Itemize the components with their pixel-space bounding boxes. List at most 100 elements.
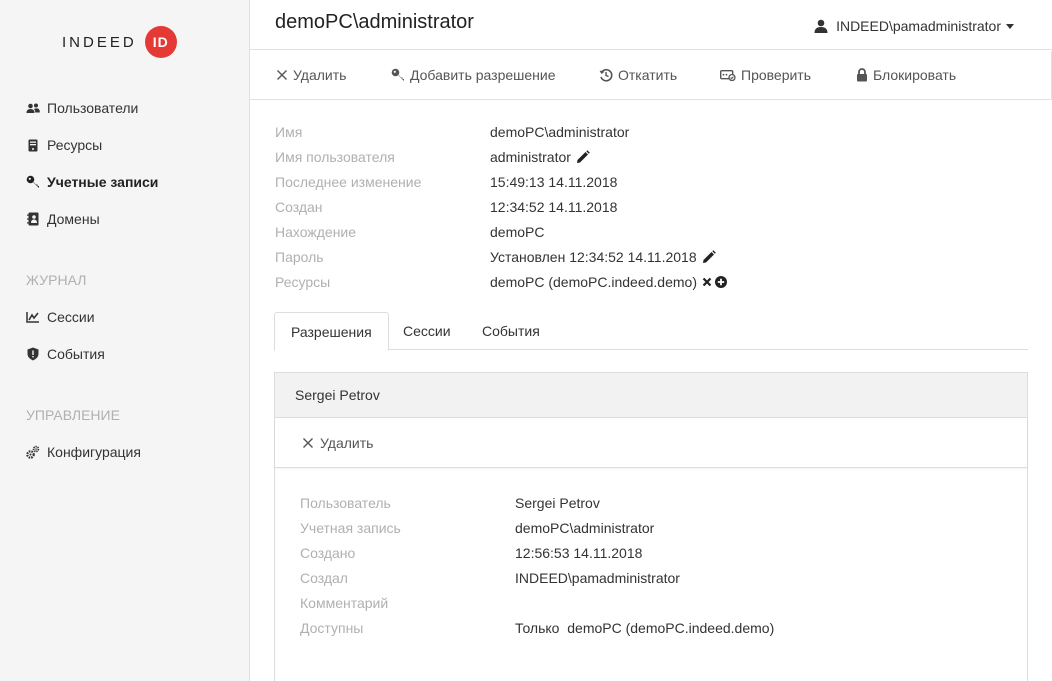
prop-value-text: Установлен 12:34:52 14.11.2018 <box>490 249 697 265</box>
block-button[interactable]: Блокировать <box>856 67 956 83</box>
sessions-icon <box>26 310 40 324</box>
sidebar-item-domains[interactable]: Домены <box>26 211 100 227</box>
remove-resource-icon[interactable] <box>702 277 712 287</box>
prop-label: Имя <box>275 124 303 140</box>
history-icon <box>599 68 613 82</box>
permission-toolbar: Удалить <box>275 418 1027 468</box>
add-permission-button[interactable]: Добавить разрешение <box>391 67 556 83</box>
detail-row-available: Доступны Только demoPC (demoPC.indeed.de… <box>300 620 1000 645</box>
prop-row-password: Пароль Установлен 12:34:52 14.11.2018 <box>275 249 975 274</box>
prop-value: demoPC (demoPC.indeed.demo) <box>490 274 727 290</box>
password-check-icon <box>720 69 736 81</box>
delete-label: Удалить <box>293 67 347 83</box>
tab-sessions[interactable]: Сессии <box>387 312 467 350</box>
prop-value-text: 15:49:13 14.11.2018 <box>490 174 618 190</box>
close-icon <box>302 437 314 449</box>
detail-value: demoPC\administrator <box>515 520 655 536</box>
logo-badge: ID <box>144 26 177 58</box>
sidebar-item-resources[interactable]: Ресурсы <box>26 137 102 153</box>
prop-value-text: demoPC <box>490 224 545 240</box>
prop-label: Пароль <box>275 249 324 265</box>
user-icon <box>814 19 828 33</box>
prop-label: Имя пользователя <box>275 149 395 165</box>
header: demoPC\administrator INDEED\pamadministr… <box>250 0 1052 50</box>
permission-title[interactable]: Sergei Petrov <box>275 373 1027 418</box>
toolbar: Удалить Добавить разрешение Откатить Про… <box>250 51 1052 100</box>
shield-icon <box>26 347 40 361</box>
rollback-label: Откатить <box>618 67 678 83</box>
prop-label: Нахождение <box>275 224 357 240</box>
section-manage: УПРАВЛЕНИЕ <box>26 407 120 423</box>
sidebar-item-sessions[interactable]: Сессии <box>26 309 95 325</box>
close-icon <box>276 69 288 81</box>
page-title: demoPC\administrator <box>275 11 474 33</box>
prop-value-text: demoPC (demoPC.indeed.demo) <box>490 274 697 290</box>
tab-events[interactable]: События <box>466 312 556 350</box>
add-permission-label: Добавить разрешение <box>410 67 556 83</box>
sidebar-item-label: Сессии <box>47 309 95 325</box>
sidebar-item-label: Пользователи <box>47 100 139 116</box>
add-resource-icon[interactable] <box>715 276 727 288</box>
key-icon <box>391 68 405 82</box>
prop-row-username: Имя пользователя administrator <box>275 149 975 174</box>
pencil-icon[interactable] <box>702 250 716 264</box>
sidebar-item-label: Ресурсы <box>47 137 103 153</box>
delete-button[interactable]: Удалить <box>276 67 346 83</box>
logo[interactable]: INDEED ID <box>62 26 177 58</box>
check-button[interactable]: Проверить <box>720 67 811 83</box>
tab-permissions[interactable]: Разрешения <box>274 312 389 351</box>
chevron-down-icon <box>1006 23 1014 29</box>
prop-row-modified: Последнее изменение 15:49:13 14.11.2018 <box>275 174 975 199</box>
sidebar-item-configuration[interactable]: Конфигурация <box>26 444 141 460</box>
user-menu[interactable]: INDEED\pamadministrator <box>814 18 1014 34</box>
logo-text: INDEED <box>62 33 137 51</box>
detail-label: Учетная запись <box>300 520 401 536</box>
prop-row-resources: Ресурсы demoPC (demoPC.indeed.demo) <box>275 274 975 299</box>
prop-label: Последнее изменение <box>275 174 422 190</box>
detail-row-user: Пользователь Sergei Petrov <box>300 495 1000 520</box>
prop-row-location: Нахождение demoPC <box>275 224 975 249</box>
prop-value-text: administrator <box>490 149 571 165</box>
prop-value-text: 12:34:52 14.11.2018 <box>490 199 618 215</box>
section-journal: ЖУРНАЛ <box>26 272 87 288</box>
detail-label: Создал <box>300 570 348 586</box>
user-menu-label: INDEED\pamadministrator <box>836 18 1001 34</box>
detail-row-account: Учетная запись demoPC\administrator <box>300 520 1000 545</box>
detail-value: 12:56:53 14.11.2018 <box>515 545 643 561</box>
tabs: Разрешения Сессии События <box>274 312 1028 351</box>
detail-value: Sergei Petrov <box>515 495 600 511</box>
sidebar-item-events[interactable]: События <box>26 346 105 362</box>
sidebar: INDEED ID Пользователи Ресурсы Учетные з… <box>0 0 250 681</box>
sidebar-item-accounts[interactable]: Учетные записи <box>26 174 158 190</box>
permission-panel: Sergei Petrov Удалить Пользователь Serge… <box>274 372 1028 681</box>
sidebar-item-label: Учетные записи <box>47 174 159 190</box>
delete-permission-button[interactable]: Удалить <box>302 435 373 451</box>
prop-row-created: Создан 12:34:52 14.11.2018 <box>275 199 975 224</box>
prop-value: demoPC <box>490 224 544 240</box>
detail-label: Доступны <box>300 620 364 636</box>
check-label: Проверить <box>741 67 812 83</box>
lock-icon <box>856 68 868 82</box>
detail-label: Создано <box>300 545 356 561</box>
detail-value: INDEED\pamadministrator <box>515 570 680 586</box>
rollback-button[interactable]: Откатить <box>599 67 677 83</box>
delete-permission-label: Удалить <box>320 435 374 451</box>
prop-row-name: Имя demoPC\administrator <box>275 124 975 149</box>
sidebar-item-label: События <box>47 346 105 362</box>
address-book-icon <box>26 212 40 226</box>
sidebar-item-users[interactable]: Пользователи <box>26 100 138 116</box>
detail-row-created-by: Создал INDEED\pamadministrator <box>300 570 1000 595</box>
detail-row-created: Создано 12:56:53 14.11.2018 <box>300 545 1000 570</box>
prop-label: Ресурсы <box>275 274 331 290</box>
detail-label: Пользователь <box>300 495 391 511</box>
users-icon <box>26 101 40 115</box>
sidebar-item-label: Конфигурация <box>47 444 141 460</box>
gears-icon <box>26 445 40 459</box>
detail-value: Только demoPC (demoPC.indeed.demo) <box>515 620 775 636</box>
pencil-icon[interactable] <box>576 150 590 164</box>
prop-value: 12:34:52 14.11.2018 <box>490 199 617 215</box>
prop-value-text: demoPC\administrator <box>490 124 630 140</box>
detail-row-comment: Комментарий <box>300 595 1000 620</box>
prop-value: 15:49:13 14.11.2018 <box>490 174 617 190</box>
prop-value: demoPC\administrator <box>490 124 629 140</box>
